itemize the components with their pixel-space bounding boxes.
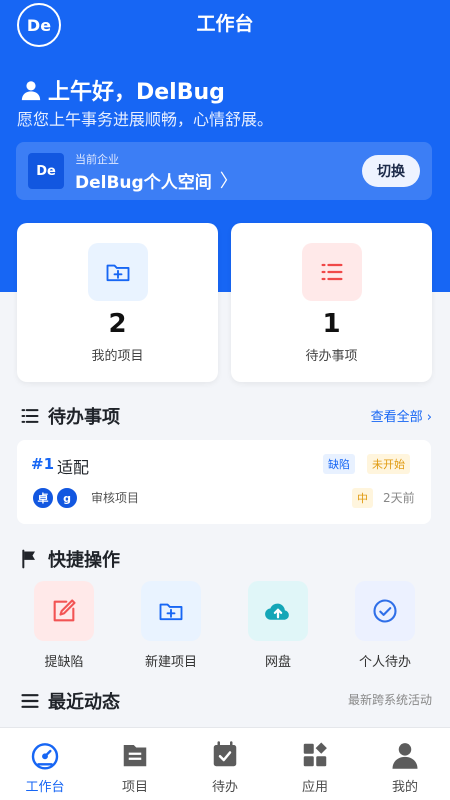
recent-section-title: 最近动态 [20, 688, 120, 714]
menu-icon [21, 694, 39, 708]
page-title: 工作台 [196, 13, 254, 35]
todo-time: 2天前 [383, 491, 415, 505]
quick-action-label: 个人待办 [358, 655, 411, 670]
recent-section-title-text: 最近动态 [48, 692, 120, 713]
flag-icon [22, 549, 35, 569]
check-circle-icon [355, 581, 415, 641]
stat-label: 我的项目 [91, 349, 144, 364]
todo-project: 审核项目 [91, 491, 140, 505]
bottom-tab-bar: 工作台 项目 待办 应用 我的 [0, 727, 450, 800]
todo-section-title: 待办事项 [20, 403, 120, 429]
enterprise-name[interactable]: DelBug个人空间 〉 [75, 167, 238, 193]
quick-action-label: 网盘 [264, 655, 291, 670]
apps-icon [298, 738, 332, 772]
tab-projects[interactable]: 项目 [90, 728, 180, 800]
edit-icon [34, 581, 94, 641]
stat-card-projects[interactable]: 2 我的项目 [17, 223, 218, 382]
todo-item-card[interactable]: #1 适配 缺陷 未开始 卓 g 审核项目 中 2天前 [17, 440, 431, 524]
greeting-title: 上午好，DelBug [48, 80, 225, 105]
folder-plus-icon [88, 243, 148, 301]
quick-section-title: 快捷操作 [20, 546, 120, 572]
quick-action-new-project[interactable]: 新建项目 [117, 581, 225, 671]
todo-section-title-text: 待办事项 [48, 407, 120, 428]
project-icon [118, 738, 152, 772]
tab-label: 工作台 [25, 780, 65, 795]
greeting-subtitle: 愿您上午事务进展顺畅，心情舒展。 [17, 110, 274, 129]
enterprise-name-text: DelBug个人空间 [75, 172, 212, 193]
stat-value: 2 [108, 309, 127, 339]
enterprise-label: 当前企业 [75, 153, 119, 166]
quick-action-label: 新建项目 [144, 655, 197, 670]
type-badge: 缺陷 [323, 454, 355, 474]
list-icon [302, 243, 362, 301]
tab-mine[interactable]: 我的 [360, 728, 450, 800]
recent-section-note: 最新跨系统活动 [347, 693, 432, 707]
tab-workbench[interactable]: 工作台 [0, 728, 90, 800]
stat-card-todos[interactable]: 1 待办事项 [231, 223, 432, 382]
folder-plus-icon [141, 581, 201, 641]
tab-label: 待办 [211, 780, 238, 795]
tab-label: 应用 [301, 780, 328, 795]
switch-enterprise-button[interactable]: 切换 [362, 155, 420, 187]
cloud-upload-icon [248, 581, 308, 641]
list-icon [21, 409, 39, 423]
stat-value: 1 [322, 309, 341, 339]
todo-id: #1 [31, 455, 55, 473]
tab-label: 我的 [391, 780, 418, 795]
dashboard-icon [28, 738, 62, 772]
top-bar: De 工作台 [0, 0, 450, 48]
enterprise-logo: De [28, 153, 64, 189]
quick-section-title-text: 快捷操作 [48, 550, 120, 571]
tab-apps[interactable]: 应用 [270, 728, 360, 800]
greeting: 上午好，DelBug [20, 74, 225, 106]
view-all-link[interactable]: 查看全部 › [371, 406, 432, 425]
assignee-avatar: 卓 [31, 486, 55, 510]
calendar-check-icon [208, 738, 242, 772]
tab-label: 项目 [121, 780, 148, 795]
tab-todo[interactable]: 待办 [180, 728, 270, 800]
quick-action-cloud-disk[interactable]: 网盘 [224, 581, 332, 671]
enterprise-card[interactable]: De 当前企业 DelBug个人空间 〉 切换 [16, 142, 432, 200]
user-icon [21, 81, 41, 101]
user-icon [388, 738, 422, 772]
quick-action-report-bug[interactable]: 提缺陷 [10, 581, 118, 671]
status-badge: 未开始 [367, 454, 410, 474]
todo-title: 适配 [57, 458, 90, 477]
chevron-right-icon: 〉 [219, 171, 238, 192]
assignee-avatar: g [55, 486, 79, 510]
quick-action-personal-todo[interactable]: 个人待办 [331, 581, 439, 671]
stat-label: 待办事项 [305, 349, 358, 364]
quick-action-label: 提缺陷 [44, 655, 84, 670]
priority-badge: 中 [352, 488, 373, 508]
